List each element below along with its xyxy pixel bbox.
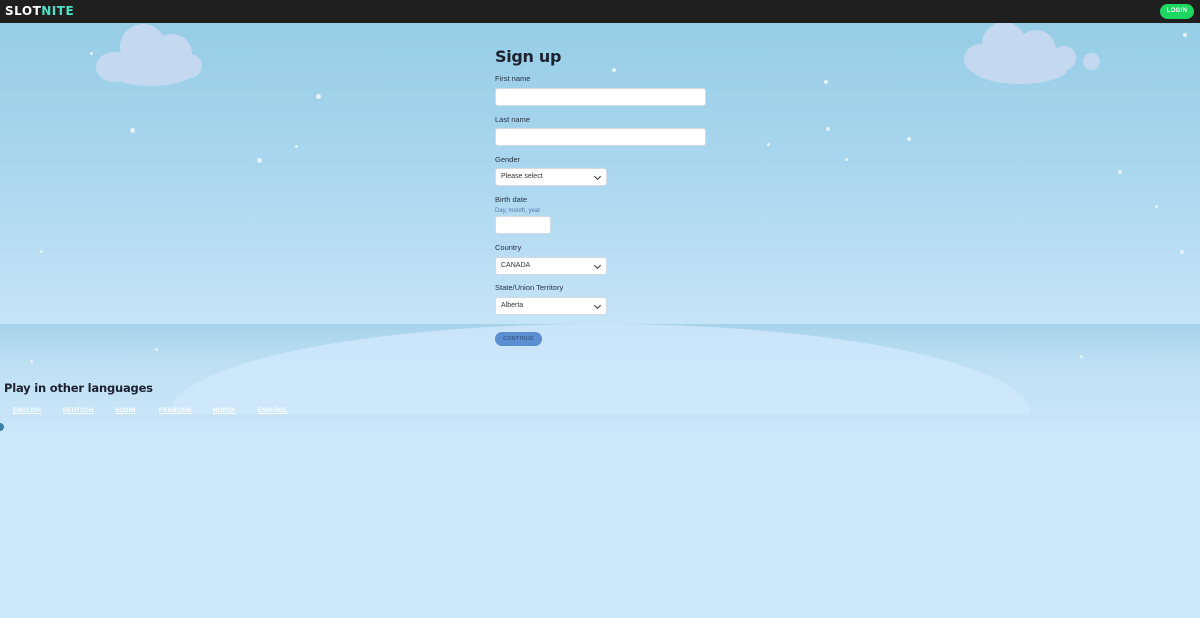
- snow-dot: [612, 68, 616, 72]
- snow-dot: [907, 137, 911, 141]
- birth-date-hint: Day, month, year: [495, 208, 541, 214]
- snow-dot: [40, 250, 43, 253]
- chevron-down-icon: [593, 301, 602, 310]
- chevron-down-icon: [593, 261, 602, 270]
- gender-label: Gender: [495, 155, 521, 164]
- snow-dot: [824, 80, 828, 84]
- country-select[interactable]: CANADA: [495, 257, 607, 275]
- snow-dot: [130, 128, 135, 133]
- languages-title: Play in other languages: [4, 381, 153, 395]
- signup-title: Sign up: [495, 47, 562, 66]
- snow-dot: [90, 52, 93, 55]
- gender-select-value: Please select: [501, 173, 543, 180]
- logo-text-nite: NITE: [41, 4, 75, 18]
- snow-dot: [30, 360, 33, 363]
- snow-dot: [767, 143, 770, 146]
- language-link-suomi[interactable]: SUOMI: [115, 406, 136, 416]
- state-label: State/Union Territory: [495, 283, 564, 292]
- snow-dot: [1080, 355, 1083, 358]
- snow-dot: [257, 158, 262, 163]
- last-name-label: Last name: [495, 115, 531, 124]
- last-name-input[interactable]: [495, 128, 706, 146]
- logo[interactable]: SLOTNITE: [5, 4, 74, 19]
- language-link-espanol[interactable]: ESPAÑOL: [258, 406, 288, 416]
- first-name-input[interactable]: [495, 88, 706, 106]
- snow-dot: [845, 158, 848, 161]
- first-name-label: First name: [495, 74, 531, 83]
- top-bar: SLOTNITE LOGIN: [0, 0, 1200, 23]
- birth-date-label: Birth date: [495, 195, 528, 204]
- state-select-value: Alberta: [501, 302, 524, 309]
- snow-dot: [826, 127, 830, 131]
- language-link-deutsch[interactable]: DEUTSCH: [63, 406, 93, 416]
- snow-dot: [1118, 170, 1122, 174]
- snow-dot: [316, 94, 321, 99]
- snow-dot: [1180, 250, 1184, 254]
- cloud-right: [962, 20, 1082, 90]
- snow-dot: [295, 145, 298, 148]
- gender-select[interactable]: Please select: [495, 168, 607, 186]
- snow-hill-background: [0, 324, 1200, 444]
- language-link-norsk[interactable]: NORSK: [213, 406, 236, 416]
- logo-text-slot: SLOT: [5, 4, 42, 18]
- snow-dot: [155, 348, 158, 351]
- cloud-left: [90, 20, 205, 90]
- snow-dot: [1155, 205, 1158, 208]
- birth-date-input[interactable]: [495, 216, 551, 234]
- language-link-francais[interactable]: FRANÇAIS: [159, 406, 192, 416]
- state-select[interactable]: Alberta: [495, 297, 607, 315]
- country-label: Country: [495, 243, 522, 252]
- language-links: ENGLISH DEUTSCH SUOMI FRANÇAIS NORSK ESP…: [0, 406, 300, 416]
- language-link-english[interactable]: ENGLISH: [13, 406, 41, 416]
- snow-dot: [1083, 53, 1100, 70]
- country-select-value: CANADA: [501, 262, 531, 269]
- continue-button[interactable]: CONTINUE: [495, 332, 542, 346]
- chevron-down-icon: [593, 172, 602, 181]
- snow-dot: [1183, 33, 1187, 37]
- login-button[interactable]: LOGIN: [1160, 4, 1194, 19]
